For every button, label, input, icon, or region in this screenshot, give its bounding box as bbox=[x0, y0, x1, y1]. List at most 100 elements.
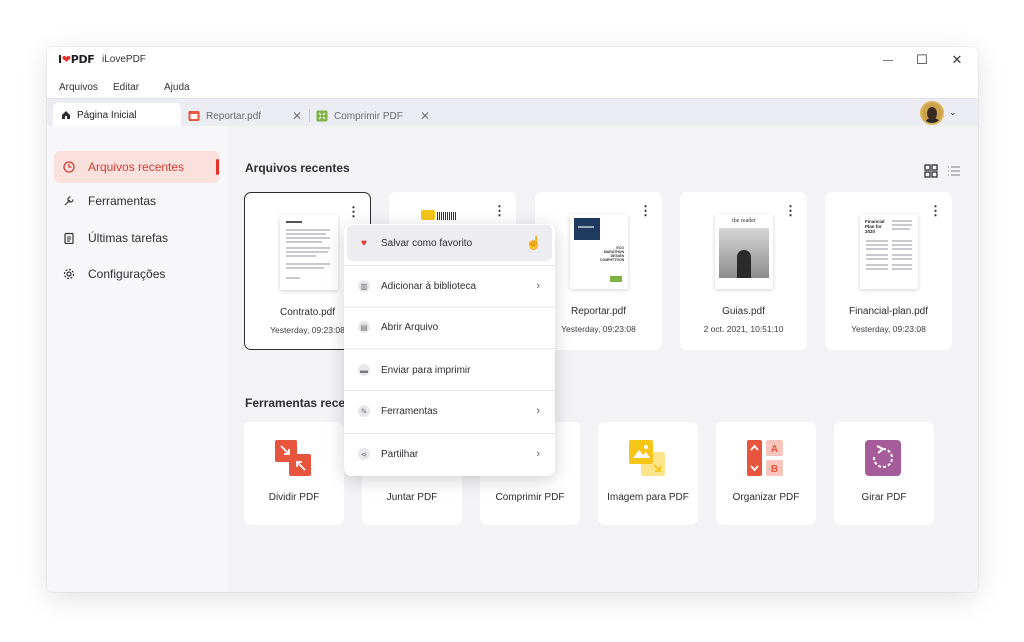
gear-icon bbox=[62, 267, 76, 281]
file-date: 2 oct. 2021, 10:51:10 bbox=[703, 324, 784, 334]
sidebar: Arquivos recentes Ferramentas Últimas ta… bbox=[47, 126, 227, 592]
tool-imagem-para-pdf[interactable]: Imagem para PDF bbox=[598, 422, 698, 525]
tab-label: Comprimir PDF bbox=[334, 110, 403, 122]
close-icon: ✕ bbox=[951, 52, 963, 67]
hand-cursor-icon: ☝ bbox=[525, 235, 542, 250]
tool-organizar-pdf[interactable]: AB Organizar PDF bbox=[716, 422, 816, 525]
thumb-text: 2020 bbox=[865, 229, 876, 234]
file-icon: ▤ bbox=[358, 321, 370, 333]
menu-item-label: Salvar como favorito bbox=[381, 237, 473, 249]
rotate-icon bbox=[865, 440, 901, 476]
menu-divider bbox=[344, 307, 555, 308]
chevron-down-icon[interactable]: ⌄ bbox=[949, 107, 957, 118]
maximize-button[interactable]: ☐ bbox=[907, 47, 937, 73]
more-options-icon[interactable]: ⋮ bbox=[639, 204, 652, 217]
minimize-button[interactable]: — bbox=[873, 47, 903, 73]
tab-pagina-inicial[interactable]: Página Inicial bbox=[53, 103, 181, 127]
tool-dividir-pdf[interactable]: Dividir PDF bbox=[244, 422, 344, 525]
file-card-guias[interactable]: the reader ⋮ Guias.pdf 2 oct. 2021, 10:5… bbox=[680, 192, 807, 350]
more-options-icon[interactable]: ⋮ bbox=[929, 204, 942, 217]
menu-divider bbox=[344, 265, 555, 266]
menu-item-share[interactable]: ⋖ Partilhar › bbox=[347, 436, 552, 472]
tab-separator bbox=[309, 109, 310, 122]
menu-item-open-file[interactable]: ▤ Abrir Arquivo bbox=[347, 309, 552, 345]
more-options-icon[interactable]: ⋮ bbox=[784, 204, 797, 217]
menu-item-label: Partilhar bbox=[381, 448, 419, 460]
menu-item-favorite[interactable]: ♥ Salvar como favorito ☝ bbox=[347, 225, 552, 261]
menu-item-library[interactable]: ▥ Adicionar à biblioteca › bbox=[347, 268, 552, 304]
list-view-icon[interactable] bbox=[947, 164, 961, 178]
close-tab-icon[interactable]: ✕ bbox=[292, 109, 302, 123]
sidebar-item-recent[interactable]: Arquivos recentes bbox=[54, 151, 220, 183]
main-content: Arquivos recentes ⋮ Contrato.pdf Yesterd… bbox=[227, 126, 978, 592]
tool-label: Organizar PDF bbox=[732, 492, 800, 503]
file-date: Yesterday, 09:23:08 bbox=[851, 324, 926, 334]
maximize-icon: ☐ bbox=[916, 52, 928, 67]
sidebar-item-label: Arquivos recentes bbox=[88, 160, 185, 174]
logo-suffix: PDF bbox=[70, 53, 95, 66]
minimize-icon: — bbox=[883, 54, 893, 66]
pdf-file-icon bbox=[188, 111, 200, 121]
compress-icon bbox=[316, 110, 328, 122]
tool-label: Girar PDF bbox=[861, 492, 907, 503]
organize-letter-b: B bbox=[771, 464, 778, 475]
file-thumbnail: Financial Plan for 2020 bbox=[860, 214, 918, 289]
organize-letter-a: A bbox=[771, 444, 778, 455]
app-title: iLovePDF bbox=[102, 54, 146, 65]
file-thumbnail bbox=[280, 215, 338, 290]
tab-label: Página Inicial bbox=[77, 109, 137, 121]
wrench-icon bbox=[62, 194, 76, 208]
avatar[interactable] bbox=[920, 101, 944, 125]
share-icon: ⋖ bbox=[358, 448, 370, 460]
split-icon bbox=[275, 440, 311, 476]
tool-label: Imagem para PDF bbox=[607, 492, 689, 503]
menu-item-label: Adicionar à biblioteca bbox=[381, 280, 477, 292]
sidebar-item-tools[interactable]: Ferramentas bbox=[54, 185, 220, 217]
sidebar-item-settings[interactable]: Configurações bbox=[54, 258, 220, 290]
menu-item-label: Enviar para imprimir bbox=[381, 364, 471, 376]
tab-reportar[interactable]: Reportar.pdf ✕ bbox=[188, 105, 304, 127]
file-thumbnail: ECO MARATHON DESIGN COMPETITION bbox=[570, 214, 628, 289]
menu-item-print[interactable]: ▬ Enviar para imprimir bbox=[347, 352, 552, 388]
tool-girar-pdf[interactable]: Girar PDF bbox=[834, 422, 934, 525]
clipboard-icon bbox=[62, 231, 76, 245]
heart-icon: ❤ bbox=[61, 53, 71, 66]
section-title-tools: Ferramentas rece bbox=[245, 396, 346, 410]
sidebar-item-label: Últimas tarefas bbox=[88, 231, 169, 245]
tab-comprimir[interactable]: Comprimir PDF ✕ bbox=[316, 105, 432, 127]
more-options-icon[interactable]: ⋮ bbox=[493, 204, 506, 217]
tab-label: Reportar.pdf bbox=[206, 110, 262, 122]
close-button[interactable]: ✕ bbox=[942, 47, 972, 73]
thumb-text: the reader bbox=[732, 218, 756, 224]
menu-divider bbox=[344, 348, 555, 349]
menu-divider bbox=[344, 390, 555, 391]
file-thumbnail: the reader bbox=[715, 214, 773, 289]
sidebar-item-label: Ferramentas bbox=[88, 194, 157, 208]
section-title-recent: Arquivos recentes bbox=[245, 161, 350, 175]
menu-item-label: Ferramentas bbox=[381, 405, 438, 417]
menu-divider bbox=[344, 433, 555, 434]
more-options-icon[interactable]: ⋮ bbox=[347, 205, 360, 218]
file-card-financial[interactable]: Financial Plan for 2020 ⋮ Financial-plan… bbox=[825, 192, 952, 350]
grid-view-icon[interactable] bbox=[924, 164, 938, 178]
file-thumbnail-accent bbox=[421, 210, 435, 220]
heart-icon: ♥ bbox=[361, 237, 367, 249]
close-tab-icon[interactable]: ✕ bbox=[420, 109, 430, 123]
organize-icon: AB bbox=[747, 440, 783, 476]
menu-ajuda[interactable]: Ajuda bbox=[164, 82, 190, 93]
menu-item-tools[interactable]: ✎ Ferramentas › bbox=[347, 393, 552, 429]
sidebar-item-label: Configurações bbox=[88, 267, 166, 281]
menu-arquivos[interactable]: Arquivos bbox=[59, 82, 98, 93]
menu-item-label: Abrir Arquivo bbox=[381, 321, 439, 333]
tool-label: Comprimir PDF bbox=[495, 492, 565, 503]
file-name: Financial-plan.pdf bbox=[849, 306, 928, 317]
image-icon bbox=[629, 440, 665, 476]
tab-bar: Página Inicial Reportar.pdf ✕ Comprimir … bbox=[47, 98, 978, 127]
sidebar-item-tasks[interactable]: Últimas tarefas bbox=[54, 222, 220, 254]
barcode bbox=[437, 212, 457, 220]
menu-editar[interactable]: Editar bbox=[113, 82, 139, 93]
tool-label: Juntar PDF bbox=[386, 492, 438, 503]
thumb-text: COMPETITION bbox=[600, 258, 625, 262]
wrench-icon: ✎ bbox=[358, 405, 370, 417]
clock-icon bbox=[62, 160, 76, 174]
